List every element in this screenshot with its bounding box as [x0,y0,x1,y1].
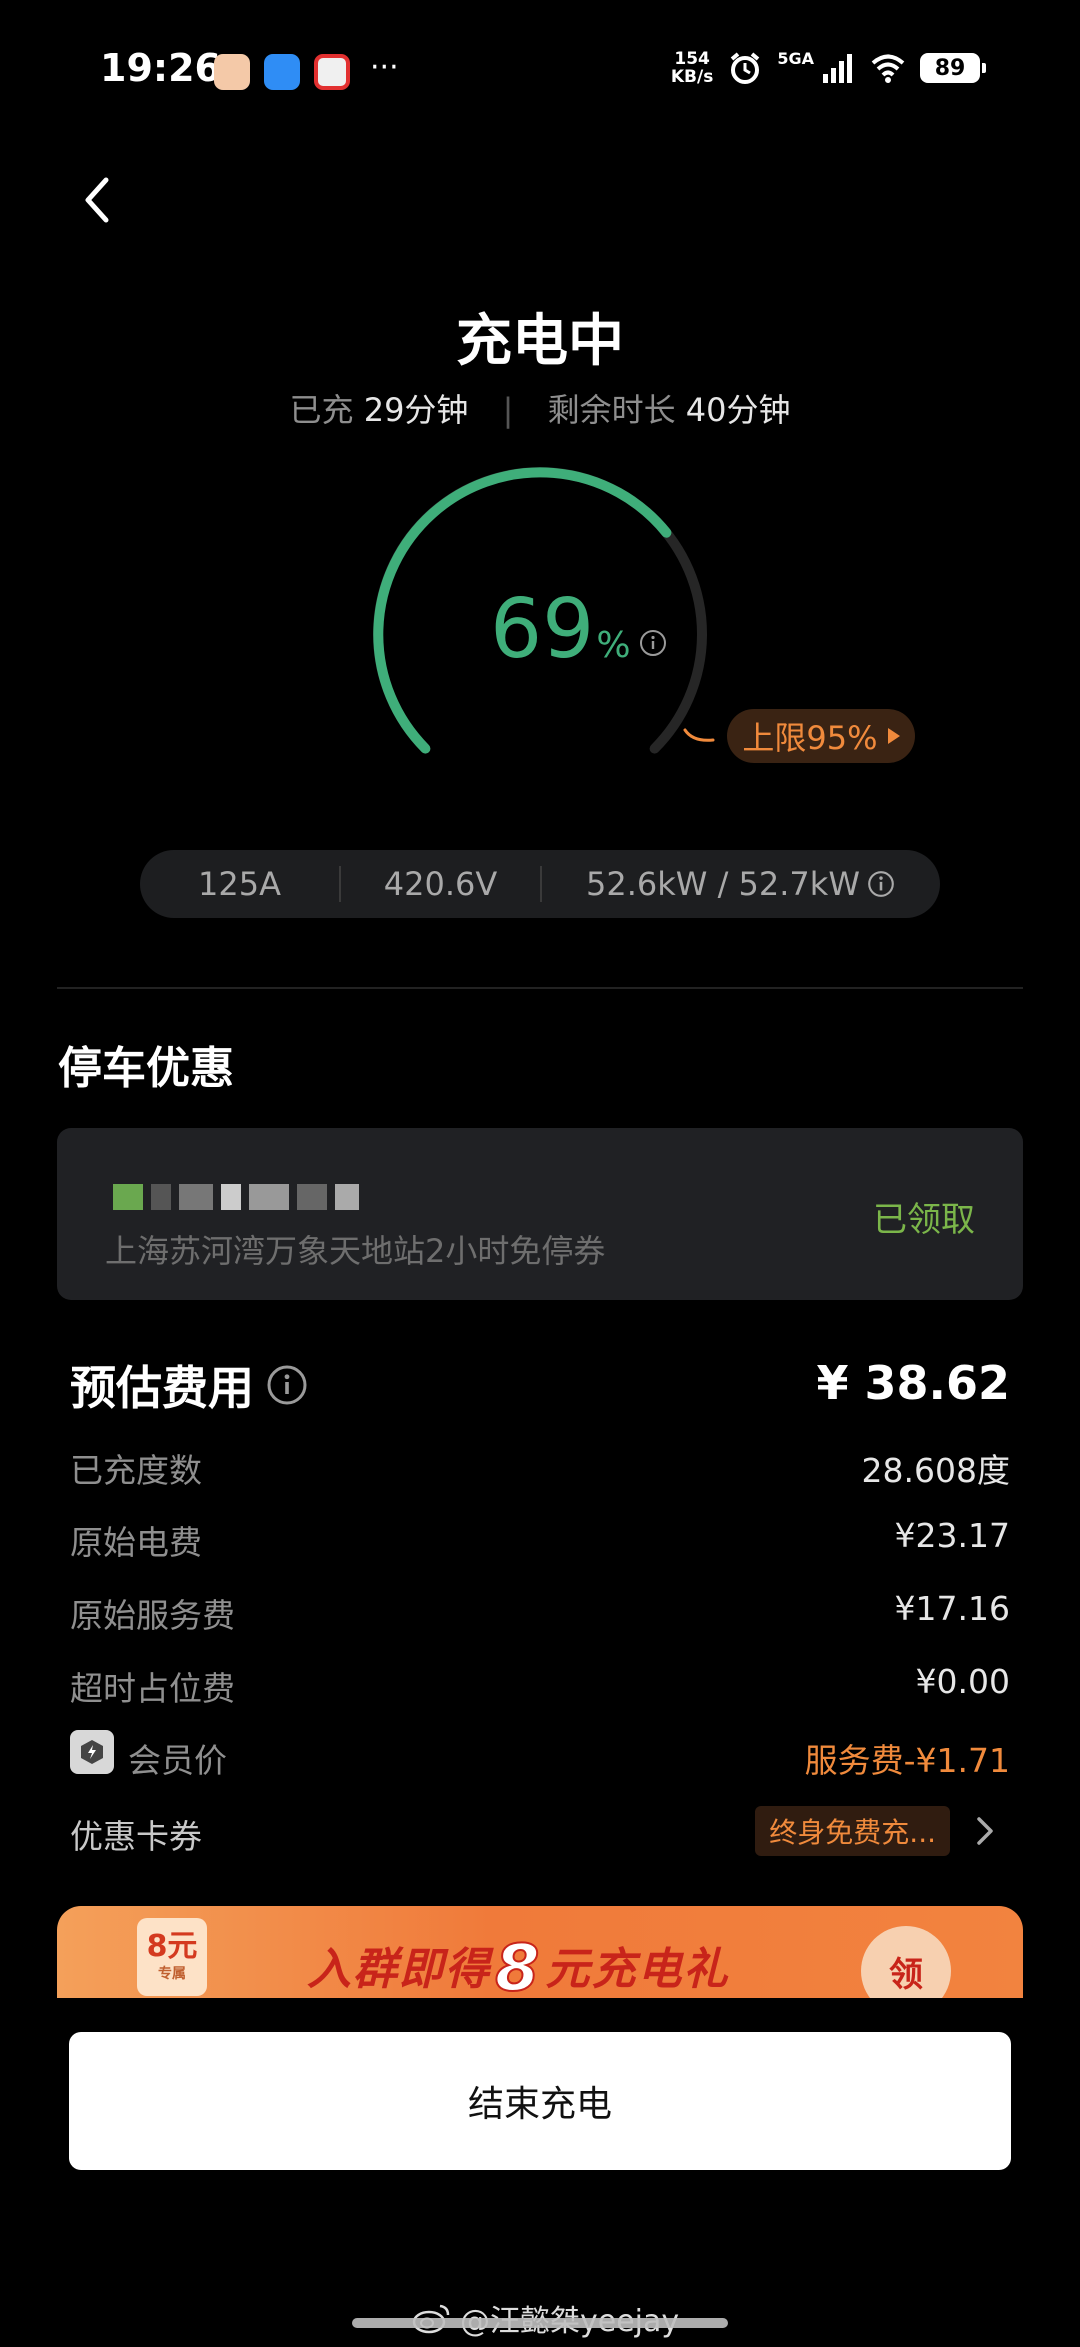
system-indicators: 154 KB/s 5GA 89 [670,48,986,87]
back-arrow-icon[interactable] [70,170,130,230]
promo-badge: 8元 专属 [137,1918,207,1996]
member-price-label: 会员价 [128,1741,227,1780]
status-bar: 19:26 ··· 154 KB/s 5GA 89 [0,0,1080,145]
charging-stats: 125A 420.6V 52.6kW / 52.7kW [140,850,940,918]
page-title: 充电中 [456,309,624,374]
parking-coupon-card[interactable]: 上海苏河湾万象天地站2小时免停券 已领取 [57,1128,1023,1300]
parking-section-title: 停车优惠 [58,1043,234,1094]
app-notification-icon [314,54,350,90]
signal-type: 5GA [777,48,814,68]
battery-indicator: 89 [920,53,986,83]
more-notifications-icon: ··· [370,49,399,85]
fee-section-title: 预估费用 [70,1352,308,1418]
coupon-description: 上海苏河湾万象天地站2小时免停券 [105,1232,606,1270]
service-fee-label: 原始服务费 [70,1596,235,1635]
network-speed: 154 KB/s [670,49,714,87]
end-charging-button[interactable]: 结束充电 [69,2032,1011,2170]
voltage-value: 420.6V [383,865,498,903]
energy-label: 已充度数 [70,1451,202,1490]
power-stat: 52.6kW / 52.7kW [542,865,940,903]
charge-percentage: 69 % [490,585,667,675]
section-divider [57,987,1023,989]
percentage-unit: % [596,625,631,666]
info-icon[interactable] [639,629,667,657]
member-badge-icon [70,1730,114,1774]
wifi-icon [871,54,905,83]
overtime-fee-value: ¥0.00 [915,1662,1010,1701]
member-price-value: 服务费-¥1.71 [804,1741,1010,1780]
charging-time-info: 已充 29分钟 | 剩余时长 40分钟 [0,385,1080,431]
estimated-total: ¥ 38.62 [816,1356,1010,1410]
status-time: 19:26 [100,46,221,90]
info-icon[interactable] [266,1364,308,1406]
cellular-signal-icon [823,54,852,83]
weather-app-icon [264,54,300,90]
limit-marker-icon [683,728,715,742]
chevron-right-icon[interactable] [970,1814,1000,1848]
fee-title-label: 预估费用 [70,1361,254,1415]
charged-label: 已充 [289,391,354,429]
remaining-label: 剩余时长 [547,391,676,429]
power-value: 52.6kW / 52.7kW [585,865,860,903]
coupon-label[interactable]: 优惠卡券 [70,1810,202,1858]
energy-value: 28.608度 [861,1451,1010,1490]
overtime-fee-label: 超时占位费 [70,1669,235,1708]
charge-limit-label: 上限95% [742,719,878,757]
remaining-duration: 40分钟 [685,391,791,429]
electricity-fee-value: ¥23.17 [894,1516,1010,1555]
divider: | [502,391,514,429]
app-notification-icon [214,54,250,90]
electricity-fee-label: 原始电费 [70,1523,202,1562]
current-value: 125A [198,865,281,903]
coupon-tag[interactable]: 终身免费充... [755,1806,950,1856]
coupon-status: 已领取 [873,1200,975,1240]
notification-icons: ··· [214,50,399,90]
percentage-value: 69 [490,582,595,677]
info-icon[interactable] [866,869,896,899]
charged-duration: 29分钟 [363,391,469,429]
play-triangle-icon [887,728,900,744]
promo-banner[interactable]: 8元 专属 入群即得8元充电礼 领 [57,1906,1023,1998]
service-fee-value: ¥17.16 [894,1589,1010,1628]
alarm-icon [731,52,760,84]
promo-text: 入群即得8元充电礼 [307,1931,730,1998]
masked-plate-number [113,1180,363,1214]
charge-limit-button[interactable]: 上限95% [727,709,915,763]
home-indicator[interactable] [352,2318,728,2328]
claim-button[interactable]: 领 [861,1926,951,1998]
